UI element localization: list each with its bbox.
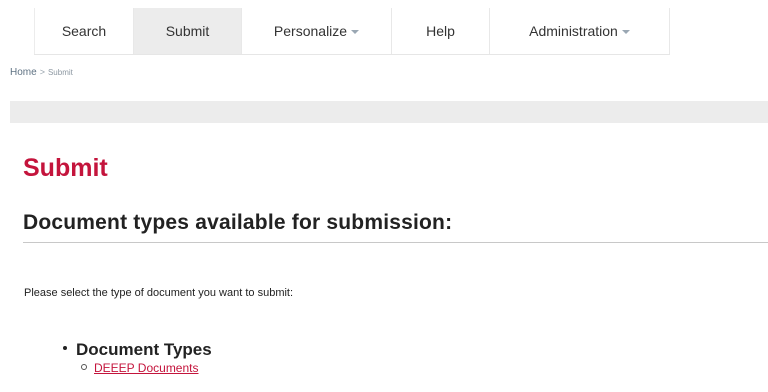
tab-search[interactable]: Search bbox=[34, 8, 134, 54]
deeep-documents-link[interactable]: DEEEP Documents bbox=[94, 361, 199, 375]
document-types-item: Document Types bbox=[63, 340, 212, 360]
page-title: Submit bbox=[23, 154, 108, 182]
circle-bullet-icon bbox=[81, 364, 87, 370]
tab-search-label: Search bbox=[61, 23, 107, 39]
instructions-text: Please select the type of document you w… bbox=[24, 287, 294, 299]
toolbar-strip bbox=[10, 101, 768, 123]
chevron-down-icon bbox=[351, 30, 360, 34]
breadcrumb: Home > Submit bbox=[10, 67, 73, 78]
document-type-entry: DEEEP Documents bbox=[81, 361, 199, 375]
top-navigation: Search Submit Personalize Help Administr… bbox=[34, 8, 670, 55]
section-title: Document types available for submission: bbox=[23, 211, 453, 234]
bullet-icon bbox=[63, 346, 67, 350]
tab-personalize[interactable]: Personalize bbox=[242, 8, 392, 54]
tab-submit[interactable]: Submit bbox=[134, 8, 242, 54]
tab-administration[interactable]: Administration bbox=[490, 8, 670, 54]
document-types-heading: Document Types bbox=[76, 340, 212, 359]
tab-personalize-label: Personalize bbox=[273, 23, 348, 39]
chevron-down-icon bbox=[621, 30, 630, 34]
section-divider bbox=[23, 242, 768, 243]
breadcrumb-current: Submit bbox=[47, 68, 73, 77]
tab-submit-label: Submit bbox=[165, 23, 210, 39]
tab-help[interactable]: Help bbox=[392, 8, 490, 54]
breadcrumb-home-link[interactable]: Home bbox=[10, 67, 37, 78]
document-types-list: Document Types bbox=[63, 340, 212, 360]
tab-help-label: Help bbox=[426, 23, 455, 39]
tab-administration-label: Administration bbox=[529, 23, 618, 39]
breadcrumb-separator: > bbox=[39, 67, 45, 77]
